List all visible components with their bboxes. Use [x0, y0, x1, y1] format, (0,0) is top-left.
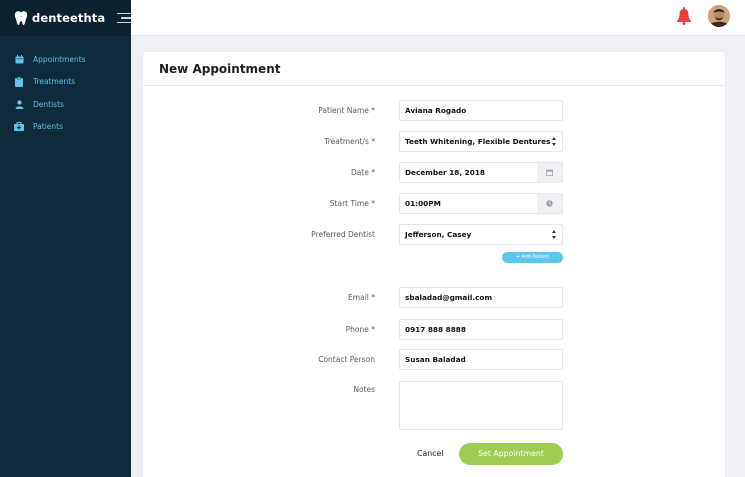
- treatments-row: Treatment/s * Teeth Whitening, Flexible …: [143, 131, 725, 152]
- notification-bell-icon[interactable]: [677, 7, 691, 25]
- phone-label: Phone *: [345, 325, 375, 334]
- page-title: New Appointment: [159, 61, 281, 76]
- sidebar-item-label: Treatments: [33, 77, 76, 87]
- sidebar-item-appointments[interactable]: Appointments: [0, 48, 131, 71]
- treatments-value: Teeth Whitening, Flexible Dentures: [405, 137, 551, 146]
- brand-bar: + denteethta: [0, 0, 132, 36]
- card-header: New Appointment: [143, 52, 725, 86]
- sidebar-nav: Appointments Treatments Dentists Patient…: [0, 36, 131, 138]
- brand-name[interactable]: denteethta: [32, 11, 105, 25]
- calendar-icon: [14, 54, 24, 64]
- top-bar: [131, 0, 745, 36]
- dentist-label: Preferred Dentist: [311, 230, 375, 239]
- new-appointment-card: New Appointment Patient Name * Aviana Ro…: [143, 52, 725, 477]
- menu-toggle-icon[interactable]: [117, 12, 132, 24]
- start-time-row: Start Time * 01:00PM: [143, 193, 725, 214]
- dentist-value: Jefferson, Casey: [405, 230, 472, 239]
- treatments-label: Treatment/s *: [324, 137, 375, 146]
- contact-row: Contact Person Susan Baladad: [143, 349, 725, 370]
- sidebar-item-label: Appointments: [33, 54, 86, 64]
- calendar-picker-icon[interactable]: [537, 162, 563, 183]
- email-row: Email * sbaladad@gmail.com: [143, 287, 725, 308]
- phone-input[interactable]: 0917 888 8888: [399, 319, 563, 340]
- dentist-select[interactable]: Jefferson, Casey: [399, 224, 563, 245]
- patient-name-input[interactable]: Aviana Rogado: [399, 100, 563, 121]
- add-patient-button[interactable]: + Add Patient: [502, 252, 563, 263]
- patient-name-row: Patient Name * Aviana Rogado: [143, 100, 725, 121]
- medical-kit-icon: [14, 122, 24, 132]
- start-time-label: Start Time *: [329, 199, 375, 208]
- person-icon: [14, 99, 24, 109]
- notes-textarea[interactable]: [399, 381, 563, 430]
- user-avatar[interactable]: [708, 5, 730, 27]
- contact-person-label: Contact Person: [318, 355, 375, 364]
- notes-label: Notes: [353, 385, 375, 394]
- treatments-select[interactable]: Teeth Whitening, Flexible Dentures: [399, 131, 563, 152]
- email-input[interactable]: sbaladad@gmail.com: [399, 287, 563, 308]
- clock-icon[interactable]: [537, 193, 563, 214]
- patient-name-label: Patient Name *: [318, 106, 375, 115]
- tooth-logo-icon[interactable]: +: [13, 10, 29, 26]
- date-label: Date *: [350, 168, 375, 177]
- cancel-button[interactable]: Cancel: [417, 448, 443, 460]
- email-label: Email *: [348, 293, 375, 302]
- date-row: Date * December 18, 2018: [143, 162, 725, 183]
- select-caret-icon: [552, 137, 556, 146]
- sidebar: + denteethta Appointments Treatments Den…: [0, 0, 132, 477]
- contact-person-input[interactable]: Susan Baladad: [399, 349, 563, 370]
- sidebar-item-label: Dentists: [33, 99, 64, 109]
- clipboard-icon: [14, 76, 24, 87]
- set-appointment-button[interactable]: Set Appointment: [459, 443, 563, 465]
- dentist-row: Preferred Dentist Jefferson, Casey: [143, 224, 725, 245]
- select-caret-icon: [552, 230, 556, 239]
- date-input[interactable]: December 18, 2018: [399, 162, 538, 183]
- sidebar-item-label: Patients: [33, 122, 64, 132]
- sidebar-item-patients[interactable]: Patients: [0, 116, 131, 139]
- phone-row: Phone * 0917 888 8888: [143, 319, 725, 340]
- start-time-input[interactable]: 01:00PM: [399, 193, 538, 214]
- sidebar-item-treatments[interactable]: Treatments: [0, 71, 131, 94]
- sidebar-item-dentists[interactable]: Dentists: [0, 93, 131, 116]
